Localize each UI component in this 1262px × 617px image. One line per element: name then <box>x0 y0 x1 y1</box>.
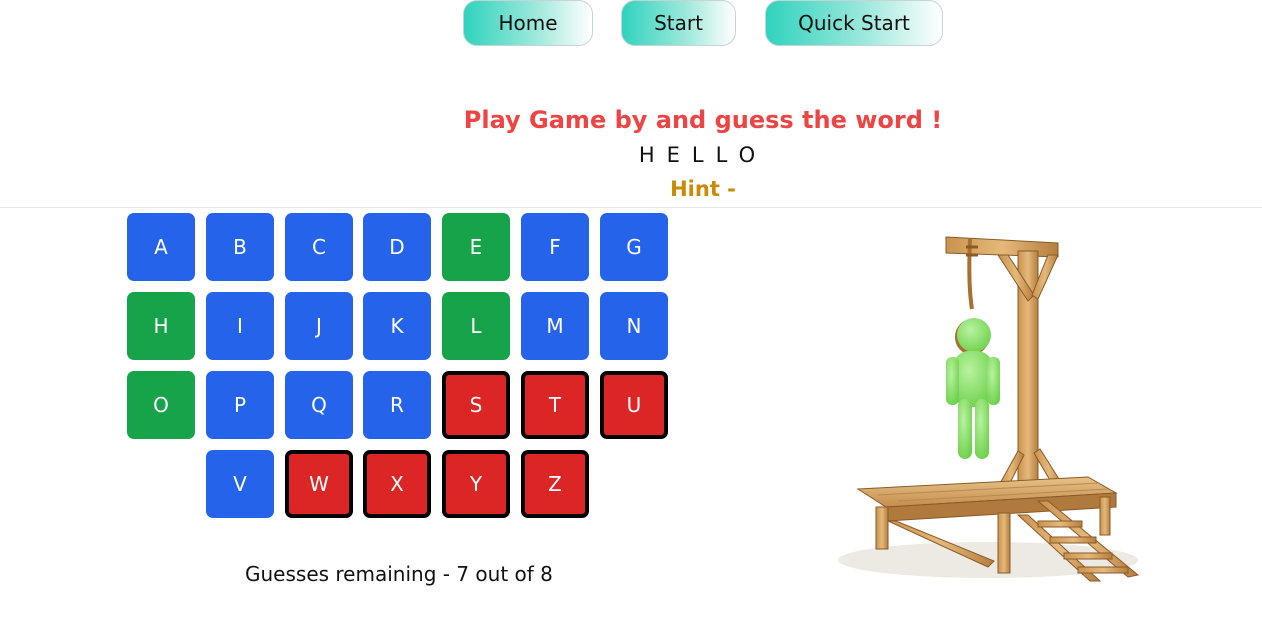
letter-key-d[interactable]: D <box>363 213 431 281</box>
letter-key-h[interactable]: H <box>127 292 195 360</box>
letter-key-p[interactable]: P <box>206 371 274 439</box>
letter-key-j[interactable]: J <box>285 292 353 360</box>
letter-key-s[interactable]: S <box>442 371 510 439</box>
letter-key-q[interactable]: Q <box>285 371 353 439</box>
letter-key-w[interactable]: W <box>285 450 353 518</box>
quick-start-button[interactable]: Quick Start <box>765 0 943 46</box>
guesses-remaining: Guesses remaining - 7 out of 8 <box>245 562 553 586</box>
hint-label: Hint - <box>670 177 736 201</box>
letter-key-i[interactable]: I <box>206 292 274 360</box>
letter-key-a[interactable]: A <box>127 213 195 281</box>
top-nav: Home Start Quick Start <box>0 0 1262 46</box>
letter-key-e[interactable]: E <box>442 213 510 281</box>
letter-key-t[interactable]: T <box>521 371 589 439</box>
letter-key-v[interactable]: V <box>206 450 274 518</box>
home-button[interactable]: Home <box>463 0 593 46</box>
letter-key-m[interactable]: M <box>521 292 589 360</box>
letter-keyboard: ABCDEFG HIJKLMN OPQRSTU VWXYZ <box>127 213 687 533</box>
word-display: HELLO <box>638 143 768 167</box>
divider <box>0 207 1262 208</box>
letter-key-r[interactable]: R <box>363 371 431 439</box>
letter-key-x[interactable]: X <box>363 450 431 518</box>
letter-key-n[interactable]: N <box>600 292 668 360</box>
letter-key-y[interactable]: Y <box>442 450 510 518</box>
letter-key-z[interactable]: Z <box>521 450 589 518</box>
hangman-gallows-icon <box>838 225 1148 585</box>
letter-key-k[interactable]: K <box>363 292 431 360</box>
game-title: Play Game by and guess the word ! <box>463 106 943 134</box>
letter-key-f[interactable]: F <box>521 213 589 281</box>
start-button[interactable]: Start <box>621 0 736 46</box>
letter-key-u[interactable]: U <box>600 371 668 439</box>
letter-key-o[interactable]: O <box>127 371 195 439</box>
letter-key-l[interactable]: L <box>442 292 510 360</box>
letter-key-g[interactable]: G <box>600 213 668 281</box>
letter-key-b[interactable]: B <box>206 213 274 281</box>
letter-key-c[interactable]: C <box>285 213 353 281</box>
